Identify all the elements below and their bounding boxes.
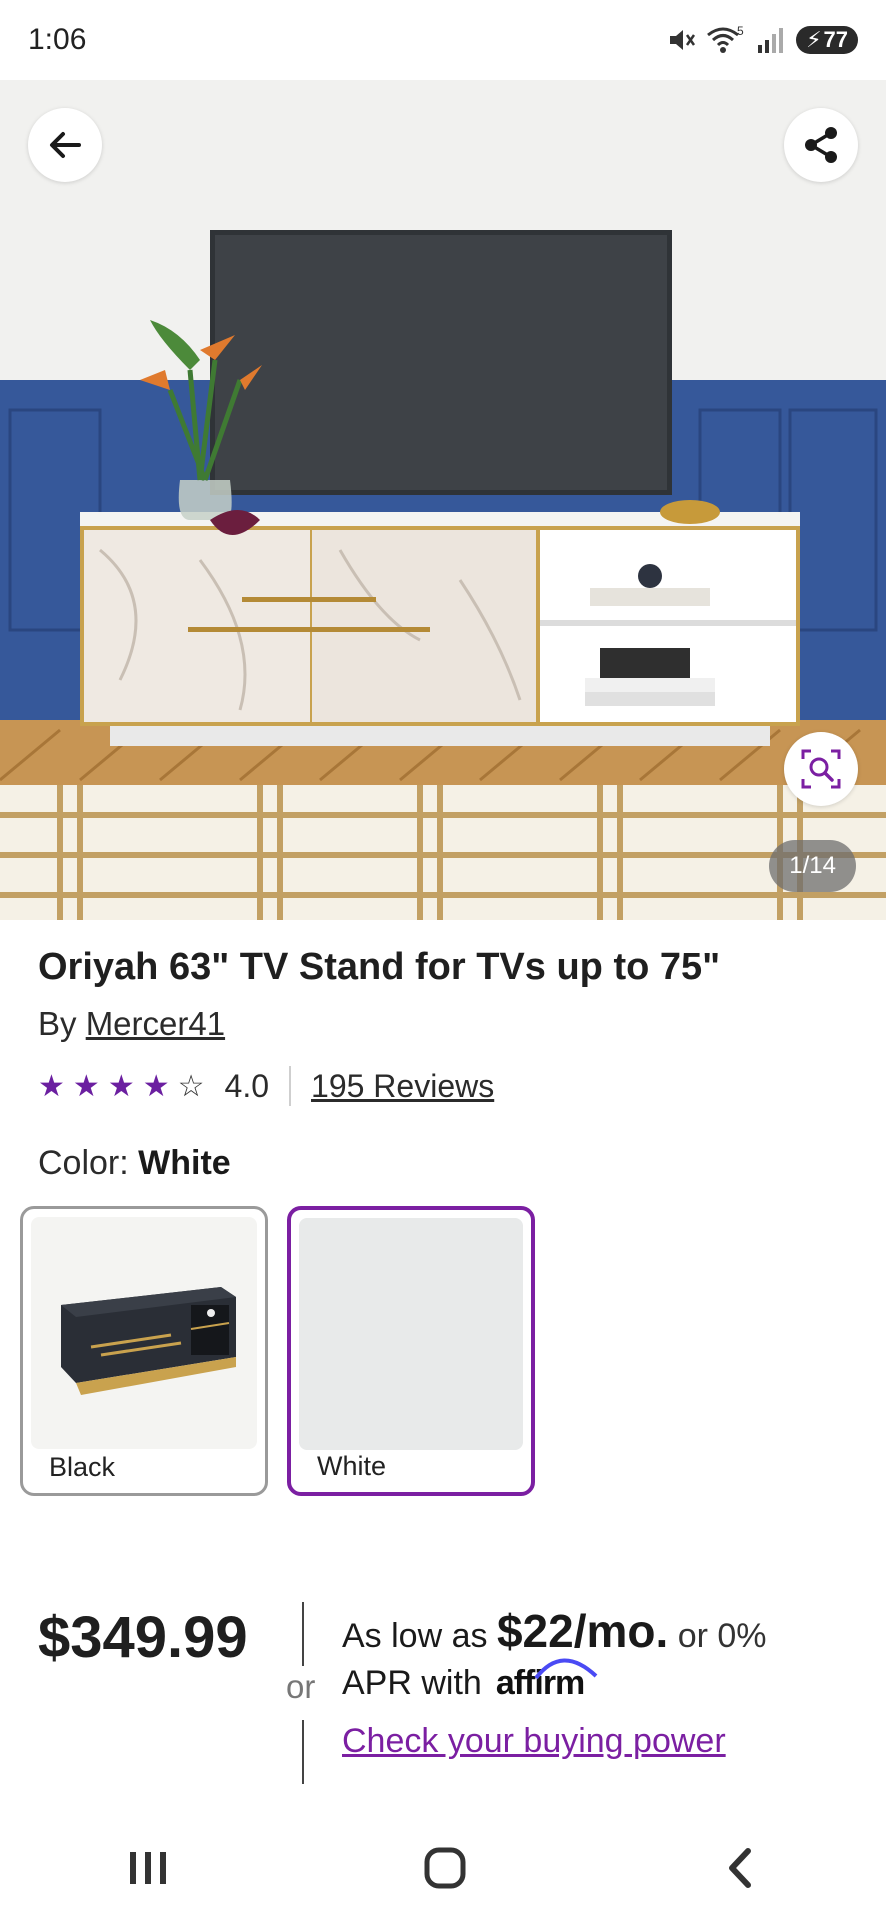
byline: By Mercer41 xyxy=(38,1005,225,1043)
color-option-white[interactable]: White xyxy=(287,1206,535,1496)
back-arrow-icon xyxy=(45,125,85,165)
color-label: Color: xyxy=(38,1144,129,1182)
divider xyxy=(289,1066,292,1106)
visual-search-icon xyxy=(799,747,843,791)
price-divider-top xyxy=(302,1602,304,1666)
recent-apps-button[interactable] xyxy=(126,1848,170,1893)
affirm-logo: affirm xyxy=(496,1658,598,1703)
as-low-as-text: As low as xyxy=(342,1617,488,1655)
color-selection-label: Color: White xyxy=(38,1144,231,1183)
charging-icon: ⚡ xyxy=(806,27,822,52)
star-filled-icon: ★ xyxy=(107,1069,135,1103)
svg-text:5: 5 xyxy=(737,25,744,38)
share-button[interactable] xyxy=(784,108,858,182)
star-rating: ★ ★ ★ ★ ☆ xyxy=(38,1069,205,1104)
brand-link[interactable]: Mercer41 xyxy=(86,1005,225,1042)
by-prefix: By xyxy=(38,1005,77,1042)
product-image-carousel[interactable]: 1/14 xyxy=(0,80,886,920)
rating-row: ★ ★ ★ ★ ☆ 4.0 195 Reviews xyxy=(38,1066,494,1106)
star-empty-icon: ☆ xyxy=(177,1069,205,1103)
reviews-link[interactable]: 195 Reviews xyxy=(311,1068,494,1105)
visual-search-button[interactable] xyxy=(784,732,858,806)
apr-with-text: APR with xyxy=(342,1664,482,1702)
share-icon xyxy=(799,123,843,167)
star-filled-icon: ★ xyxy=(72,1069,100,1103)
check-buying-power-link[interactable]: Check your buying power xyxy=(342,1722,726,1761)
status-bar: 1:06 5 ⚡ 77 xyxy=(0,0,886,80)
or-separator: or xyxy=(286,1668,316,1705)
battery-level: 77 xyxy=(823,27,848,52)
status-icons: 5 ⚡ 77 xyxy=(666,25,858,55)
rating-value: 4.0 xyxy=(224,1067,270,1104)
wifi-icon: 5 xyxy=(706,25,746,55)
image-page-counter: 1/14 xyxy=(769,840,856,892)
system-nav-bar xyxy=(0,1820,886,1920)
price-divider-bottom xyxy=(302,1720,304,1784)
status-time: 1:06 xyxy=(28,23,87,56)
financing-line-2: APR with affirm xyxy=(342,1658,598,1703)
mute-icon xyxy=(666,25,696,55)
swatch-label-black: Black xyxy=(49,1452,116,1482)
star-filled-icon: ★ xyxy=(142,1069,170,1103)
home-button[interactable] xyxy=(422,1845,468,1896)
swatch-image-black xyxy=(31,1217,257,1449)
battery-indicator: ⚡ 77 xyxy=(796,26,858,54)
color-option-black[interactable]: Black xyxy=(20,1206,268,1496)
selected-color: White xyxy=(138,1144,231,1182)
product-photo xyxy=(0,80,886,920)
signal-icon xyxy=(756,25,786,55)
back-button[interactable] xyxy=(28,108,102,182)
swatch-label-white: White xyxy=(317,1451,387,1481)
or-zero-text: or 0% xyxy=(677,1617,767,1655)
star-filled-icon: ★ xyxy=(38,1069,65,1103)
swatch-image-white xyxy=(299,1218,523,1450)
product-price: $349.99 xyxy=(38,1605,248,1670)
product-title: Oriyah 63" TV Stand for TVs up to 75" xyxy=(38,946,721,988)
system-back-button[interactable] xyxy=(720,1845,760,1896)
